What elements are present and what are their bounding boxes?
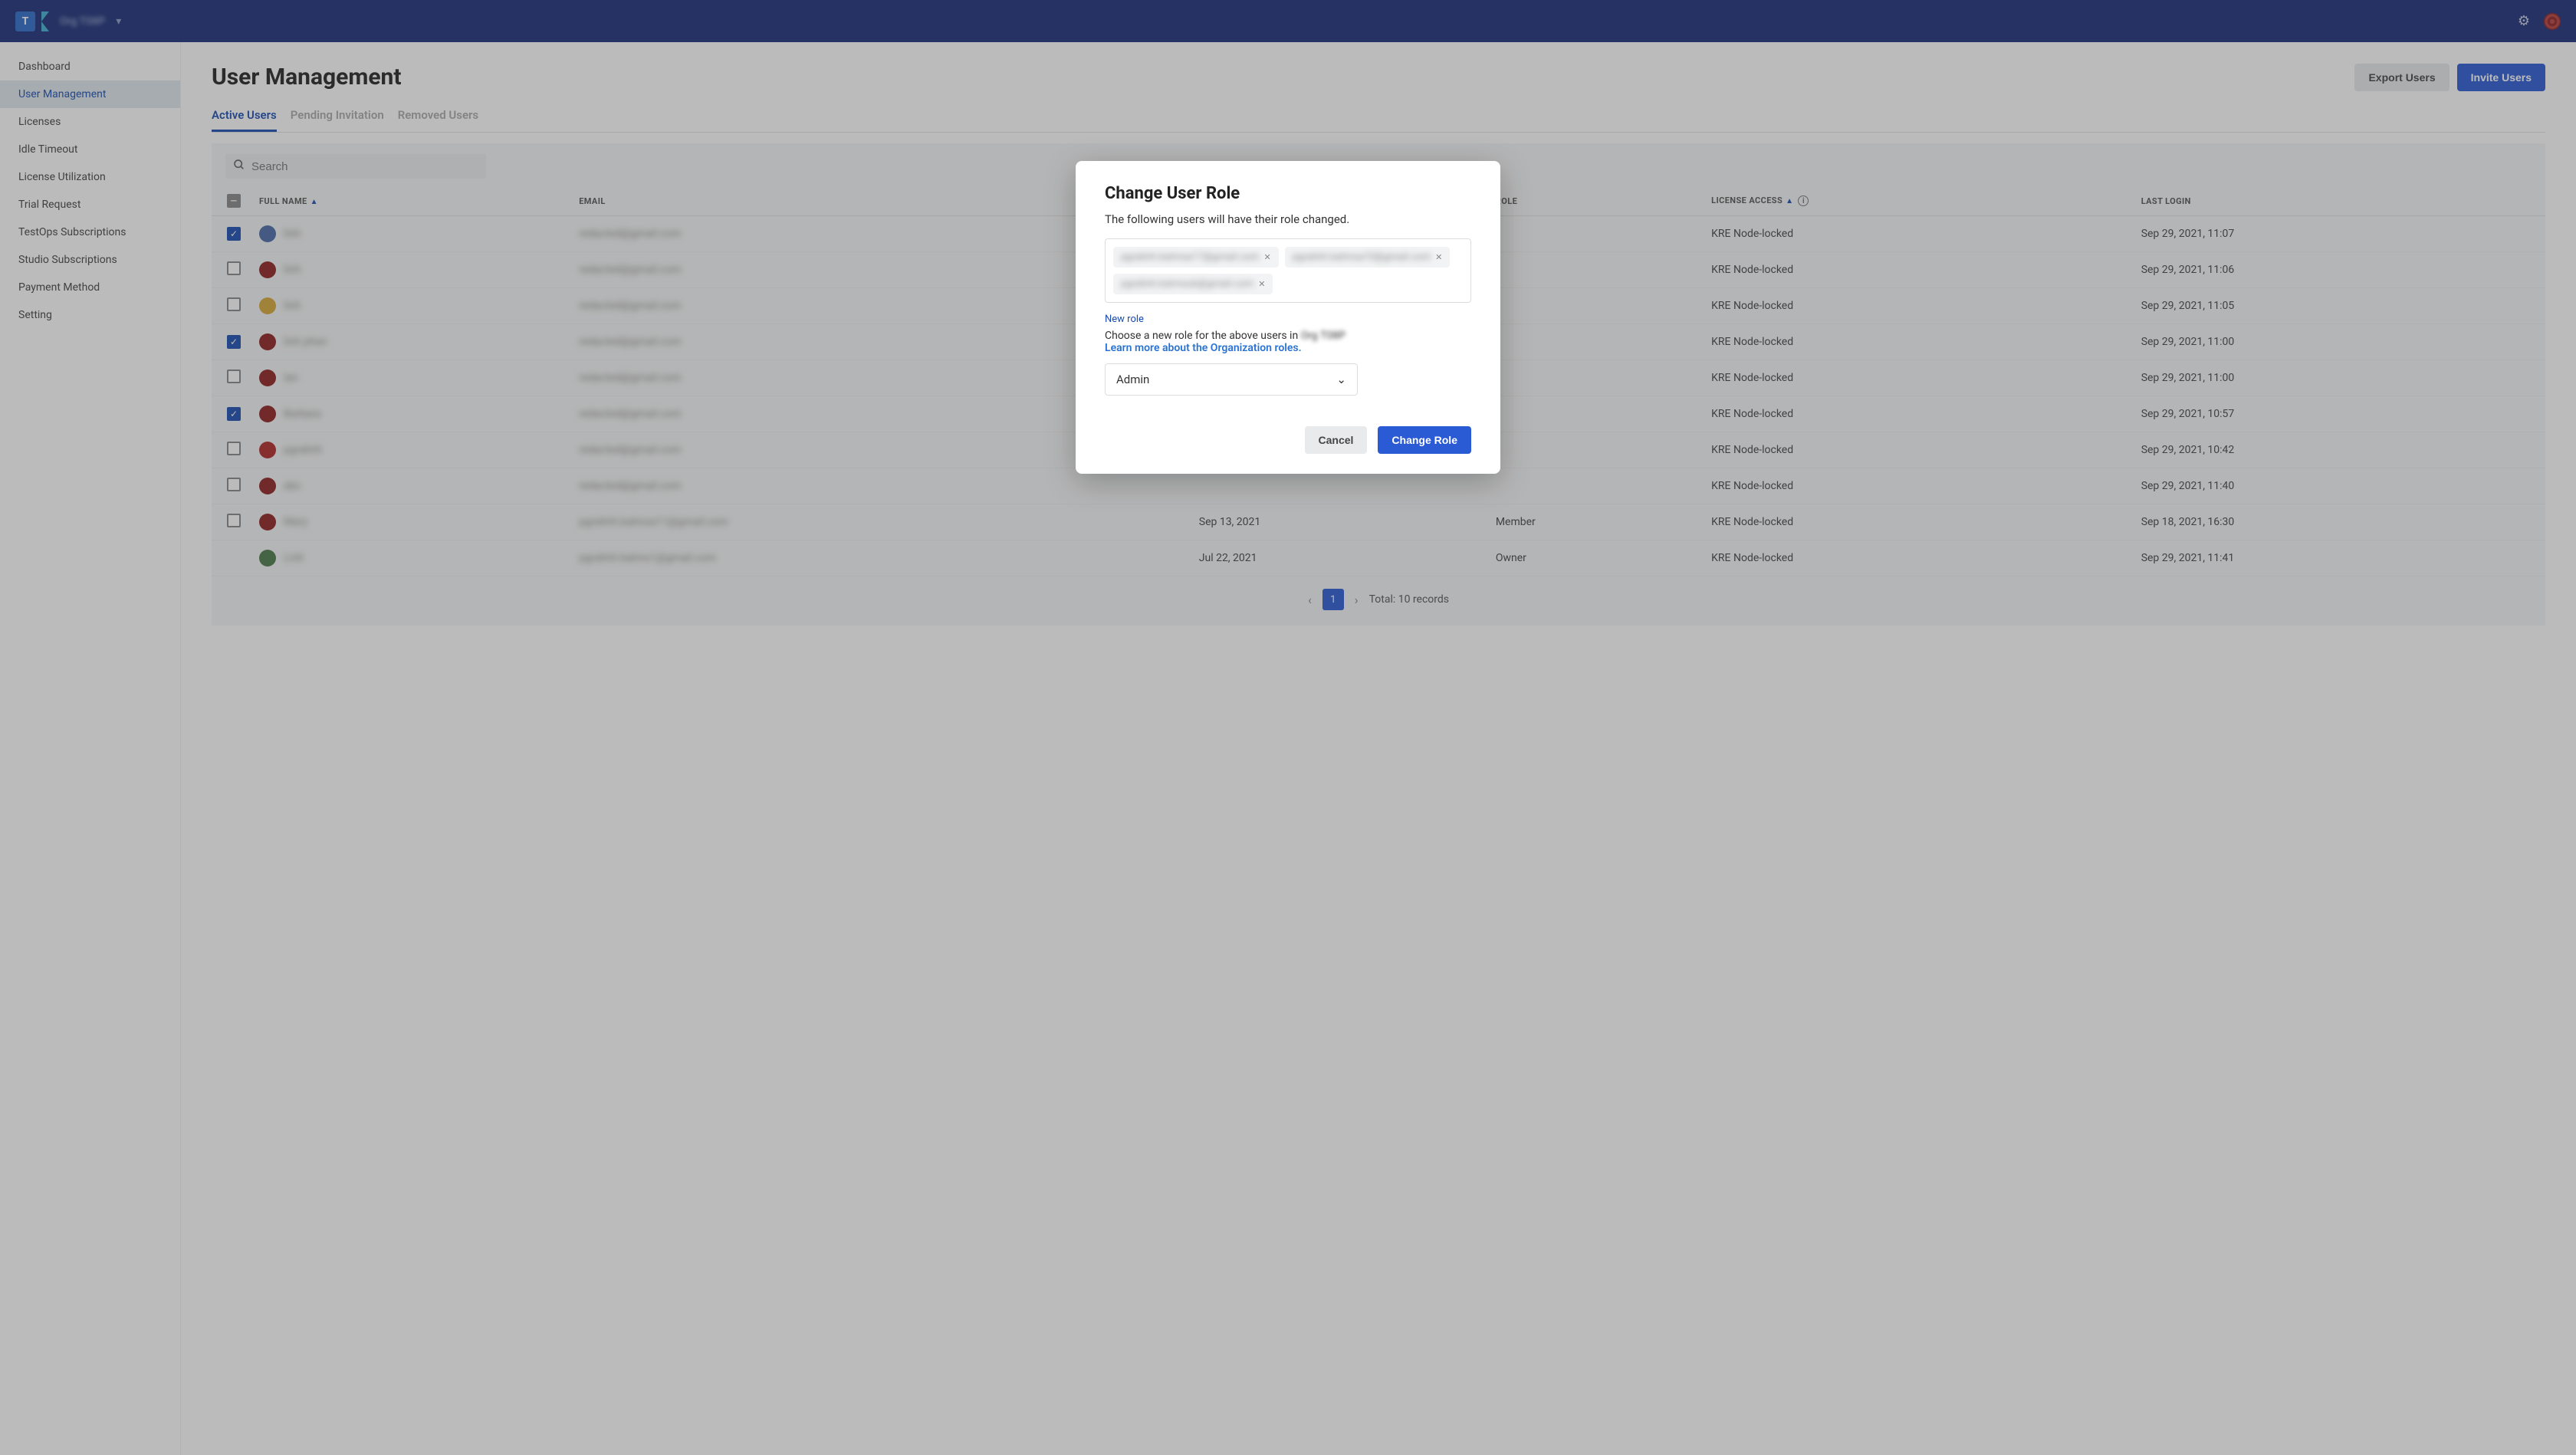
cancel-button[interactable]: Cancel	[1305, 426, 1368, 454]
selected-users-box: pgralinh.katmsa17@gmail.com✕pgralinh.kat…	[1105, 238, 1471, 303]
user-chip: pgralinh.katmsa17@gmail.com ✕	[1113, 247, 1279, 268]
chip-email: pgralinh.katmsa10@gmail.com	[1293, 251, 1431, 263]
change-role-modal: Change User Role The following users wil…	[1076, 161, 1500, 474]
modal-title: Change User Role	[1105, 184, 1471, 203]
modal-overlay[interactable]: Change User Role The following users wil…	[0, 0, 2576, 1455]
change-role-button[interactable]: Change Role	[1378, 426, 1471, 454]
role-select-value: Admin	[1116, 373, 1149, 386]
chip-remove-icon[interactable]: ✕	[1263, 252, 1270, 262]
choose-role-text: Choose a new role for the above users in…	[1105, 330, 1471, 354]
new-role-label: New role	[1105, 314, 1471, 325]
chip-email: pgralinh.katmsa17@gmail.com	[1121, 251, 1259, 263]
learn-roles-link[interactable]: Learn more about the Organization roles.	[1105, 342, 1302, 354]
chip-email: pgralinh.katmsub@gmail.com	[1121, 278, 1254, 290]
user-chip: pgralinh.katmsub@gmail.com ✕	[1113, 274, 1273, 294]
user-chip: pgralinh.katmsa10@gmail.com ✕	[1285, 247, 1451, 268]
role-select[interactable]: Admin ⌄	[1105, 363, 1358, 396]
chip-remove-icon[interactable]: ✕	[1258, 279, 1265, 289]
modal-subtitle: The following users will have their role…	[1105, 212, 1471, 226]
chip-remove-icon[interactable]: ✕	[1435, 252, 1442, 262]
chevron-down-icon: ⌄	[1336, 373, 1346, 386]
